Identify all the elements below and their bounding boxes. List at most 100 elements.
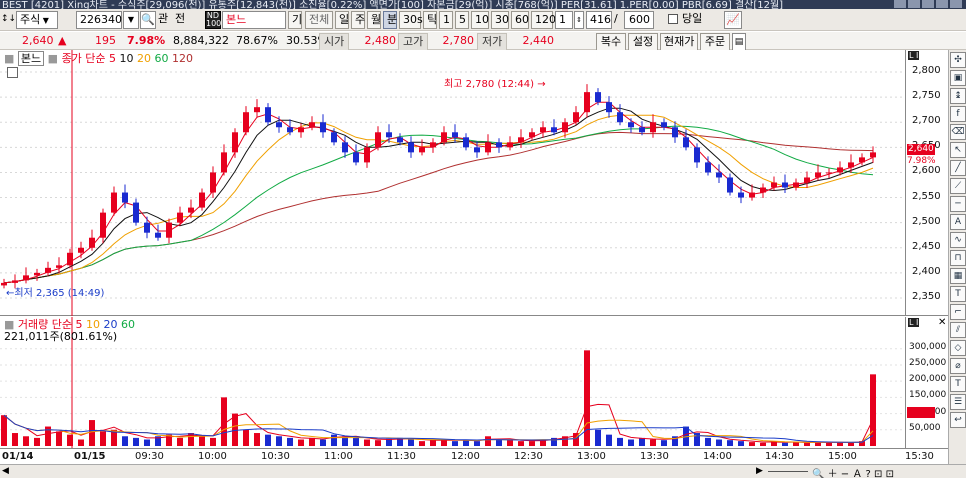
today-checkbox[interactable] <box>668 11 680 29</box>
price-chart-panel[interactable]: ■ 본느 ■ 종가 단순 5 10 20 60 120 최고 2,780 (12… <box>0 50 905 316</box>
candle-body <box>529 132 535 138</box>
scroll-right-icon[interactable]: ▶ <box>756 466 763 476</box>
crosshair-tool-icon[interactable]: ✣ <box>950 52 966 68</box>
order-button[interactable]: 주문 <box>700 33 730 51</box>
current-price-button[interactable]: 현재가 <box>660 33 698 51</box>
volume-chart-svg[interactable] <box>0 317 905 448</box>
period-30s[interactable]: 30s <box>399 11 423 29</box>
period-tick[interactable]: 틱 <box>423 11 437 29</box>
time-x-axis: 01/14 01/15 09:30 10:00 10:30 11:00 11:30 12:00… <box>0 448 948 464</box>
shape-tool-icon[interactable]: ◇ <box>950 340 966 356</box>
interval-input[interactable]: 1 <box>555 11 573 29</box>
axis-lock-icon[interactable]: L I <box>908 318 920 327</box>
zoom-tool-icons[interactable]: 🔍 ＋ − Ａ ? ⊡ ⊡ <box>812 465 894 478</box>
chart-tool-icon[interactable]: 📈 <box>724 11 742 29</box>
list-tool-icon[interactable]: ☰ <box>950 394 966 410</box>
candle-body <box>628 122 634 128</box>
interval-5[interactable]: 5 <box>455 11 469 29</box>
erase-all-tool-icon[interactable]: ⌀ <box>950 358 966 374</box>
mode-select[interactable]: 주식 ▼ <box>16 11 58 29</box>
candle-body <box>749 192 755 198</box>
candle-body <box>848 162 854 168</box>
magnet-tool-icon[interactable]: ▣ <box>950 70 966 86</box>
candle-body <box>683 137 689 148</box>
volume-bar <box>760 442 766 446</box>
nd-badge-icon[interactable]: ND 100 <box>205 11 221 29</box>
text-tool-icon[interactable]: T <box>950 286 966 302</box>
current-price: 2,640 <box>22 34 54 47</box>
high-label: 고가 <box>398 33 429 51</box>
window-minimize-icon[interactable] <box>894 0 906 8</box>
volume-bar <box>144 439 150 446</box>
interval-1[interactable]: 1 <box>439 11 453 29</box>
text-box-tool-icon[interactable]: T <box>950 376 966 392</box>
zoom-slider[interactable] <box>768 471 808 472</box>
stock-name-field[interactable]: 본느 <box>222 11 286 29</box>
count-total-input[interactable]: 600 <box>624 11 654 29</box>
k-button[interactable]: 기 <box>288 11 302 29</box>
grid-tool-icon[interactable]: ▦ <box>950 268 966 284</box>
interval-spinner-icon[interactable]: ⇕ <box>574 11 584 29</box>
period-month[interactable]: 월 <box>367 11 381 29</box>
period-week[interactable]: 주 <box>351 11 365 29</box>
hline-tool-icon[interactable]: ─ <box>950 196 966 212</box>
code-input[interactable]: 226340 <box>76 11 122 29</box>
line-tool-icon[interactable]: ╱ <box>950 160 966 176</box>
window-maximize-icon[interactable] <box>936 0 948 8</box>
period-day[interactable]: 일 <box>335 11 349 29</box>
candle-body <box>672 127 678 138</box>
legend-stock-name[interactable]: 본느 <box>17 51 45 66</box>
window-pin-icon[interactable] <box>922 0 934 8</box>
window-buttons <box>894 0 962 8</box>
window-close-icon[interactable] <box>950 0 962 8</box>
candle-body <box>12 280 18 283</box>
axis-lock-icon[interactable]: L I <box>908 51 920 60</box>
multi-button[interactable]: 복수 <box>596 33 626 51</box>
interval-30[interactable]: 30 <box>491 11 509 29</box>
search-icon[interactable]: 🔍 <box>140 11 156 29</box>
related-button[interactable]: 관 <box>158 11 172 29</box>
x-tick: 14:00 <box>703 451 732 462</box>
cursor-tool-icon[interactable]: ↖ <box>950 142 966 158</box>
fibo-tool-icon[interactable]: ⌐ <box>950 304 966 320</box>
close-panel-icon[interactable]: ✕ <box>938 317 946 328</box>
font-tool-icon[interactable]: f <box>950 106 966 122</box>
code-dropdown-icon[interactable]: ▼ <box>123 11 139 29</box>
candle-body <box>89 237 95 248</box>
interval-10[interactable]: 10 <box>471 11 489 29</box>
trendline-tool-icon[interactable]: ⟋ <box>950 178 966 194</box>
mode-arrows-icon[interactable]: ↕↓ <box>1 11 16 29</box>
wave-tool-icon[interactable]: ∿ <box>950 232 966 248</box>
auto-tool-icon[interactable]: A <box>950 214 966 230</box>
low-label: 저가 <box>477 33 508 51</box>
delete-tool-icon[interactable]: ⌫ <box>950 124 966 140</box>
interval-60[interactable]: 60 <box>511 11 529 29</box>
chart-option-checkbox[interactable] <box>7 67 18 78</box>
volume-bar <box>474 441 480 446</box>
count-input[interactable]: 416 <box>586 11 612 29</box>
cycle-tool-icon[interactable]: ⊓ <box>950 250 966 266</box>
drawing-toolbar: ✣ ▣ ↨ f ⌫ ↖ ╱ ⟋ ─ A ∿ ⊓ ▦ T ⌐ ⫽ ◇ ⌀ T ☰ … <box>948 50 966 464</box>
interval-120[interactable]: 120 <box>531 11 556 29</box>
volume-chart-panel[interactable]: ■ 거래량 단순 5 10 20 60 221,011주(801.61%) <box>0 317 905 448</box>
volume-bar <box>375 440 381 446</box>
volume-bar <box>639 437 645 446</box>
volume-bar <box>12 433 18 446</box>
price-y-tick: 2,550 <box>912 190 941 202</box>
volume-bar <box>199 436 205 446</box>
window-restore-icon[interactable] <box>908 0 920 8</box>
panel-toggle-icon[interactable]: ▤ <box>732 33 746 51</box>
chart-scrollbar[interactable]: ◀ ▶ 🔍 ＋ − Ａ ? ⊡ ⊡ <box>0 464 966 478</box>
chart-button[interactable]: 전 <box>175 11 189 29</box>
channel-tool-icon[interactable]: ⫽ <box>950 322 966 338</box>
period-minute[interactable]: 분 <box>383 11 397 29</box>
volume-bar <box>364 439 370 446</box>
candle-body <box>375 132 381 148</box>
settings-button[interactable]: 설정 <box>628 33 658 51</box>
scroll-left-icon[interactable]: ◀ <box>2 466 9 476</box>
ruler-tool-icon[interactable]: ↨ <box>950 88 966 104</box>
x-tick: 10:00 <box>198 451 227 462</box>
undo-tool-icon[interactable]: ↩ <box>950 412 966 428</box>
all-button[interactable]: 전체 <box>305 11 333 29</box>
candle-body <box>518 137 524 143</box>
